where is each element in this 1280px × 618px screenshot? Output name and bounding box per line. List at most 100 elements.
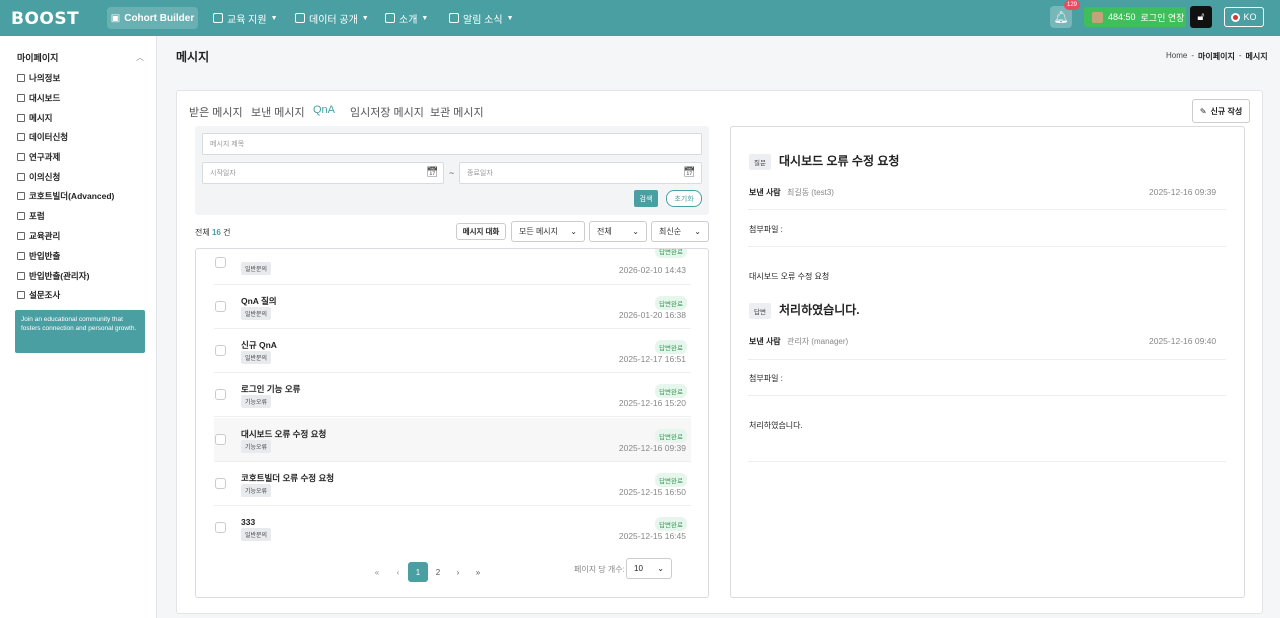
sidebar-item-profile[interactable]: 나의정보	[17, 72, 60, 84]
last-page-icon[interactable]: »	[468, 562, 488, 582]
row-checkbox[interactable]	[215, 389, 226, 400]
divider	[748, 461, 1226, 462]
sidebar-item-label: 코호트빌더(Advanced)	[29, 191, 115, 201]
sidebar-item-cohort-builder[interactable]: 코호트빌더(Advanced)	[17, 190, 114, 202]
document-icon	[17, 94, 25, 102]
sort-select[interactable]: 최신순 ⌄	[651, 221, 709, 242]
first-page-icon[interactable]: «	[367, 562, 387, 582]
next-page-icon[interactable]: ›	[448, 562, 468, 582]
prev-page-icon[interactable]: ‹	[388, 562, 408, 582]
answer-date: 2025-12-16 09:40	[1149, 336, 1217, 346]
divider	[748, 209, 1226, 210]
row-checkbox[interactable]	[215, 522, 226, 533]
layers-icon	[17, 291, 25, 299]
list-item[interactable]: 신규 QnA 일반문의 답변완료 2025-12-17 16:51	[214, 329, 691, 373]
sidebar-item-messages[interactable]: 메시지	[17, 112, 52, 124]
check-icon	[17, 192, 25, 200]
sidebar-item-objection[interactable]: 이의신청	[17, 171, 60, 183]
page-button-1[interactable]: 1	[408, 562, 428, 582]
tab-archived[interactable]: 보관 메시지	[430, 104, 484, 120]
list-item[interactable]: 333 일반문의 답변완료 2025-12-15 16:45	[214, 506, 691, 550]
chevron-down-icon: ⌄	[570, 227, 577, 236]
row-checkbox[interactable]	[215, 478, 226, 489]
nav-menu-education[interactable]: 교육 지원 ▼	[213, 11, 278, 26]
message-type-select[interactable]: 모든 메시지 ⌄	[511, 221, 585, 242]
news-icon	[449, 13, 459, 23]
nav-menu-about[interactable]: 소개 ▼	[385, 11, 428, 26]
answer-sender: 관리자 (manager)	[787, 337, 849, 346]
category-tag: 기능오류	[241, 484, 272, 497]
message-title-input[interactable]: 메시지 제목	[202, 133, 702, 155]
total-number: 16	[211, 228, 221, 237]
new-message-button[interactable]: ✎ 신규 작성	[1192, 99, 1250, 123]
tab-received[interactable]: 받은 메시지	[189, 104, 243, 120]
tab-qna[interactable]: QnA	[313, 104, 335, 116]
status-badge: 답변완료	[655, 473, 687, 487]
chevron-up-icon[interactable]: ︿	[136, 52, 144, 63]
sidebar-item-label: 데이터신청	[29, 132, 69, 142]
sidebar-item-dashboard[interactable]: 대시보드	[17, 92, 60, 104]
unlock-icon[interactable]: 🔓︎	[1190, 6, 1212, 28]
breadcrumb-mypage[interactable]: 마이페이지	[1198, 51, 1235, 62]
calendar-icon[interactable]: 📅︎	[426, 167, 439, 178]
list-item[interactable]: QnA 질의 일반문의 답변완료 2026-01-20 16:38	[214, 285, 691, 329]
sidebar-item-label: 대시보드	[29, 93, 61, 103]
row-date: 2025-12-15 16:50	[618, 487, 686, 497]
sidebar-item-data-request[interactable]: 데이터신청	[17, 131, 68, 143]
sidebar-item-survey[interactable]: 설문조사	[17, 289, 60, 301]
scope-select[interactable]: 전체 ⌄	[589, 221, 647, 242]
row-title: 333	[241, 517, 256, 527]
logo[interactable]: BOOST	[11, 9, 79, 29]
chevron-down-icon: ⌄	[694, 227, 701, 236]
cohort-builder-button[interactable]: ▣ Cohort Builder	[107, 7, 198, 29]
nav-menu-label: 데이터 공개	[309, 14, 358, 26]
category-tag: 일반문의	[241, 307, 272, 320]
breadcrumb-home[interactable]: Home	[1166, 51, 1187, 62]
list-item[interactable]: 코호트빌더 오류 수정 요청 기능오류 답변완료 2025-12-15 16:5…	[214, 462, 691, 506]
select-value: 모든 메시지	[519, 227, 559, 236]
reset-button[interactable]: 초기화	[666, 190, 702, 207]
status-badge: 답변완료	[655, 296, 687, 310]
layers-icon	[17, 74, 25, 82]
sidebar-item-transfer[interactable]: 반입반출	[17, 250, 60, 262]
message-conversation-button[interactable]: 메시지 대화	[456, 223, 506, 240]
page-button-2[interactable]: 2	[428, 562, 448, 582]
row-checkbox[interactable]	[215, 434, 226, 445]
end-date-input[interactable]: 종료일자	[459, 162, 702, 184]
breadcrumb-separator: -	[1238, 51, 1242, 60]
sender-label: 보낸 사람	[749, 337, 781, 346]
search-button[interactable]: 검색	[634, 190, 658, 207]
category-tag: 기능오류	[241, 395, 272, 408]
session-extend-button[interactable]: 484:50 로그인 연장	[1084, 7, 1186, 27]
sender-label: 보낸 사람	[749, 188, 781, 197]
language-button[interactable]: KO	[1224, 7, 1264, 27]
row-title: 신규 QnA	[241, 340, 277, 350]
research-icon	[17, 153, 25, 161]
education-icon	[213, 13, 223, 23]
sidebar-item-transfer-admin[interactable]: 반입반출(관리자)	[17, 270, 89, 282]
per-page-select[interactable]: 10 ⌄	[626, 558, 672, 579]
sidebar-item-forum[interactable]: 포럼	[17, 210, 45, 222]
chevron-down-icon: ▼	[270, 14, 278, 22]
new-message-label: 신규 작성	[1210, 106, 1243, 116]
list-item[interactable]: 로그인 기능 오류 기능오류 답변완료 2025-12-16 15:20	[214, 373, 691, 417]
list-item[interactable]: 일반문의 답변완료 2026-02-10 14:43	[214, 249, 691, 285]
start-date-input[interactable]: 시작일자	[202, 162, 444, 184]
row-title: QnA 질의	[241, 296, 277, 306]
total-prefix: 전체	[195, 228, 210, 237]
sidebar-item-education[interactable]: 교육관리	[17, 230, 60, 242]
sidebar-item-label: 메시지	[29, 113, 53, 123]
nav-menu-data[interactable]: 데이터 공개 ▼	[295, 11, 369, 26]
tab-drafts[interactable]: 임시저장 메시지	[350, 104, 424, 120]
attachment-label: 첨부파일 :	[749, 225, 783, 234]
row-checkbox[interactable]	[215, 345, 226, 356]
list-item-selected[interactable]: 대시보드 오류 수정 요청 기능오류 답변완료 2025-12-16 09:39	[214, 418, 691, 462]
calendar-icon[interactable]: 📅︎	[683, 167, 696, 178]
total-count: 전체 16 건	[195, 227, 230, 238]
row-checkbox[interactable]	[215, 301, 226, 312]
sidebar-item-research[interactable]: 연구과제	[17, 151, 60, 163]
tab-sent[interactable]: 보낸 메시지	[251, 104, 305, 120]
nav-menu-news[interactable]: 알림 소식 ▼	[449, 11, 514, 26]
row-checkbox[interactable]	[215, 257, 226, 268]
sidebar-title[interactable]: 마이페이지	[17, 51, 58, 64]
